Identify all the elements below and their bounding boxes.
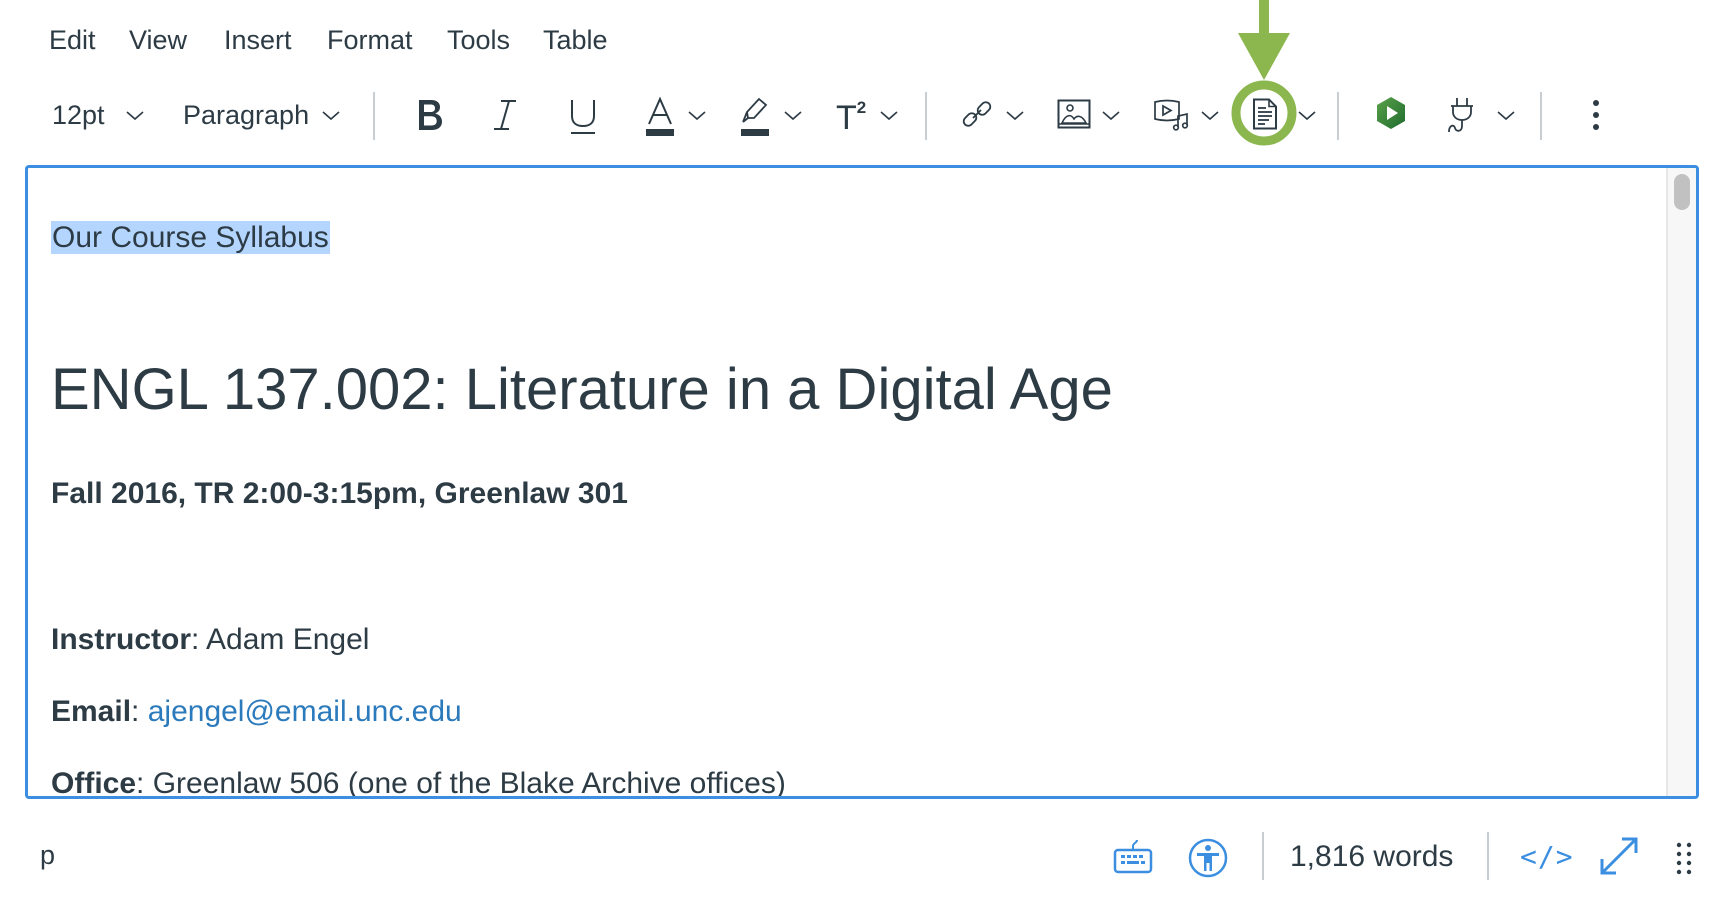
italic-icon[interactable] — [490, 97, 520, 133]
underline-icon[interactable] — [568, 96, 598, 136]
more-options-icon[interactable] — [1590, 98, 1602, 132]
keyboard-icon[interactable] — [1113, 838, 1153, 874]
image-icon[interactable] — [1057, 99, 1091, 129]
media-icon[interactable] — [1153, 99, 1191, 133]
office-line[interactable]: Office: Greenlaw 506 (one of the Blake A… — [51, 767, 786, 799]
instructor-value: : Adam Engel — [191, 623, 370, 656]
link-icon[interactable] — [960, 97, 994, 131]
fullscreen-icon[interactable] — [1597, 834, 1641, 878]
statusbar-divider — [1487, 832, 1489, 880]
chevron-down-icon[interactable] — [782, 104, 804, 126]
toolbar-divider — [925, 92, 927, 140]
chevron-down-icon[interactable] — [1296, 104, 1318, 126]
toolbar-divider — [373, 92, 375, 140]
toolbar-divider — [1337, 92, 1339, 140]
document-icon[interactable] — [1252, 98, 1278, 130]
menu-format[interactable]: Format — [327, 22, 413, 58]
course-subtitle[interactable]: Fall 2016, TR 2:00-3:15pm, Greenlaw 301 — [51, 477, 628, 511]
html-editor-icon[interactable]: </> — [1520, 840, 1574, 873]
selected-text[interactable]: Our Course Syllabus — [51, 221, 330, 254]
panopto-icon[interactable] — [1375, 96, 1407, 130]
rich-content-editor[interactable]: Our Course Syllabus ENGL 137.002: Litera… — [25, 165, 1699, 799]
course-heading[interactable]: ENGL 137.002: Literature in a Digital Ag… — [51, 356, 1113, 423]
email-line[interactable]: Email: ajengel@email.unc.edu — [51, 695, 462, 729]
chevron-down-icon[interactable] — [1100, 104, 1122, 126]
chevron-down-icon[interactable] — [686, 104, 708, 126]
menu-edit[interactable]: Edit — [49, 22, 96, 58]
menu-view[interactable]: View — [129, 22, 187, 58]
editor-scrollbar[interactable] — [1666, 168, 1696, 796]
plugin-icon[interactable] — [1445, 96, 1479, 136]
element-path[interactable]: p — [40, 840, 55, 871]
font-size-value: 12pt — [52, 99, 105, 130]
syllabus-label-paragraph[interactable]: Our Course Syllabus — [51, 221, 330, 255]
menu-tools[interactable]: Tools — [447, 22, 510, 58]
resize-handle-icon[interactable] — [1676, 842, 1692, 876]
text-color-icon[interactable] — [644, 96, 676, 138]
instructor-label: Instructor — [51, 623, 192, 656]
email-link[interactable]: ajengel@email.unc.edu — [148, 695, 462, 728]
office-value: : Greenlaw 506 (one of the Blake Archive… — [136, 767, 786, 799]
menu-table[interactable]: Table — [543, 22, 608, 58]
superscript-icon[interactable]: T 2 — [836, 96, 866, 138]
chevron-down-icon[interactable] — [1495, 104, 1517, 126]
office-label: Office — [51, 767, 137, 799]
block-format-select[interactable]: Paragraph — [183, 95, 309, 135]
word-count[interactable]: 1,816 words — [1290, 840, 1453, 874]
email-separator: : — [131, 695, 148, 728]
toolbar-divider — [1540, 92, 1542, 140]
chevron-down-icon[interactable] — [1004, 104, 1026, 126]
accessibility-icon[interactable] — [1188, 838, 1228, 878]
chevron-down-icon[interactable] — [878, 104, 900, 126]
font-size-select[interactable]: 12pt — [52, 95, 105, 135]
chevron-down-icon[interactable] — [124, 104, 146, 126]
menu-insert[interactable]: Insert — [224, 22, 292, 58]
bold-icon[interactable] — [414, 97, 446, 133]
highlight-color-icon[interactable] — [739, 96, 771, 138]
chevron-down-icon[interactable] — [320, 104, 342, 126]
arrow-head — [1238, 33, 1290, 80]
email-label: Email — [51, 695, 132, 728]
instructor-line[interactable]: Instructor: Adam Engel — [51, 623, 369, 657]
statusbar-divider — [1262, 832, 1264, 880]
arrow-shaft — [1259, 0, 1269, 36]
block-format-value: Paragraph — [183, 99, 310, 130]
scrollbar-thumb[interactable] — [1674, 174, 1690, 210]
chevron-down-icon[interactable] — [1199, 104, 1221, 126]
